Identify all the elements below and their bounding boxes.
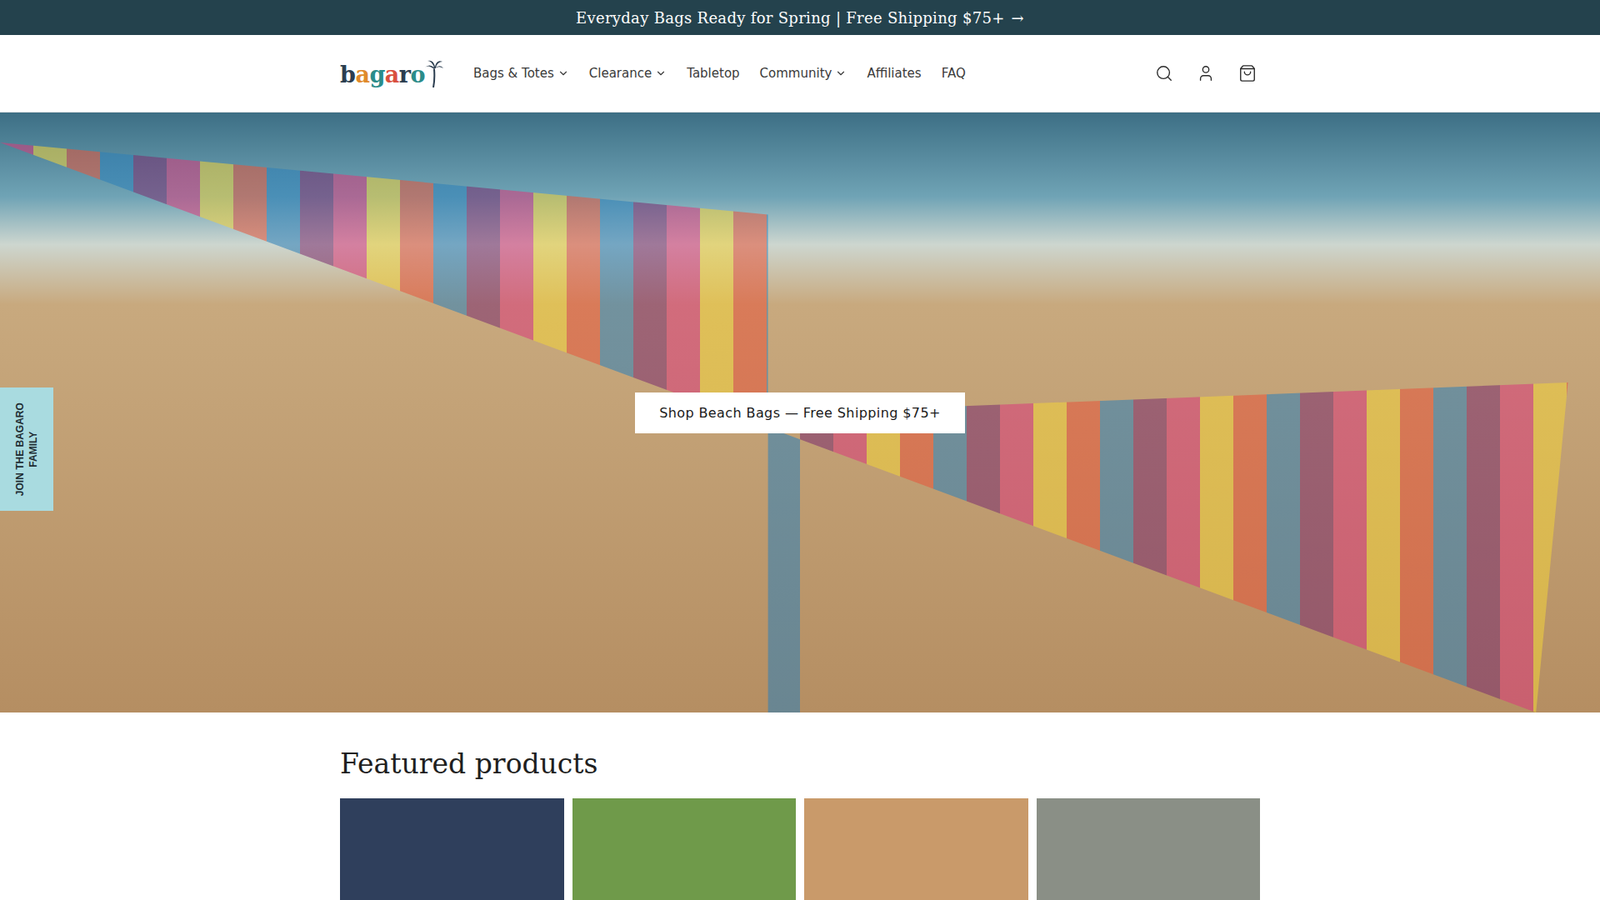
product-card[interactable] (572, 798, 797, 900)
cart-icon (1238, 64, 1257, 83)
side-tab[interactable]: JOIN THE BAGARO FAMILY (0, 387, 54, 511)
product-card[interactable] (340, 798, 565, 900)
main-nav: Bags & Totes Clearance Tabletop Community Af… (473, 65, 1152, 81)
product-card[interactable] (804, 798, 1029, 900)
announcement-text: Everyday Bags Ready for Spring | Free Sh… (575, 9, 1005, 27)
hero-button[interactable]: Shop Beach Bags — Free Shipping $75+ (635, 392, 965, 434)
nav-item[interactable]: Clearance (589, 65, 667, 81)
announcement-bar[interactable]: Everyday Bags Ready for Spring | Free Sh… (0, 0, 1600, 35)
featured-title: Featured products (340, 747, 1260, 780)
user-icon (1196, 64, 1215, 83)
logo[interactable]: bagaro (340, 59, 444, 88)
chevron-down-icon (557, 67, 570, 80)
cart-button[interactable] (1235, 60, 1260, 86)
side-tab-label: JOIN THE BAGARO FAMILY (13, 395, 40, 504)
page: Everyday Bags Ready for Spring | Free Sh… (0, 0, 1600, 900)
search-icon (1155, 64, 1174, 83)
chevron-down-icon (835, 67, 847, 80)
nav-item[interactable]: Bags & Totes (473, 65, 570, 81)
nav-item[interactable]: Affiliates (866, 65, 921, 81)
palm-tree-icon (425, 59, 444, 88)
header: bagaro Bags & Totes Clearance Tabletop Commu… (0, 35, 1600, 113)
nav-item[interactable]: Tabletop (686, 65, 740, 81)
hero: Shop Beach Bags — Free Shipping $75+ (0, 112, 1600, 713)
nav-item[interactable]: Community (760, 65, 848, 81)
arrow-icon: → (1011, 9, 1025, 27)
search-button[interactable] (1151, 60, 1177, 86)
nav-item[interactable]: FAQ (941, 65, 966, 81)
chevron-down-icon (655, 67, 667, 80)
product-card[interactable] (1036, 798, 1261, 900)
logo-text: bagaro (340, 61, 425, 88)
product-grid (340, 798, 1260, 900)
account-button[interactable] (1193, 60, 1219, 86)
featured-products: Featured products (340, 712, 1260, 900)
